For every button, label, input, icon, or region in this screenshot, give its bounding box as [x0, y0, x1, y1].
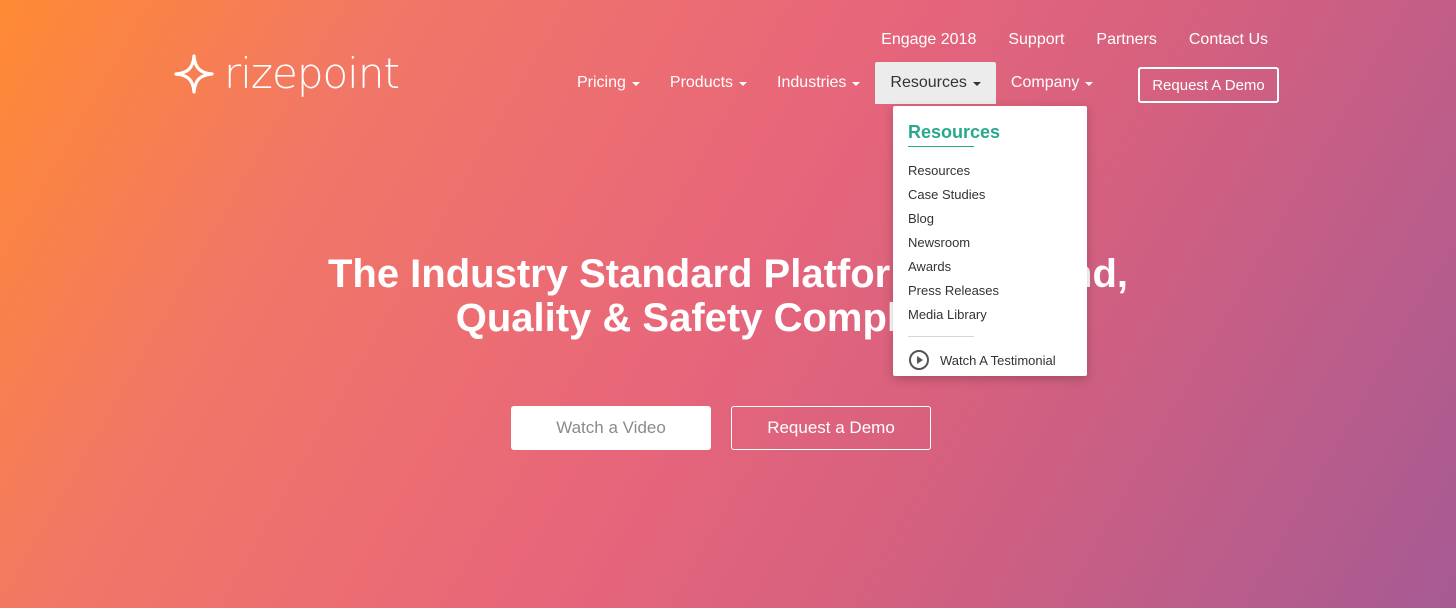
sparkle-icon — [174, 54, 214, 94]
menu-item-newsroom[interactable]: Newsroom — [908, 231, 1072, 255]
nav-label: Pricing — [577, 74, 626, 91]
nav-item-company[interactable]: Company — [996, 62, 1108, 104]
nav-item-resources[interactable]: Resources — [875, 62, 996, 104]
caret-down-icon — [631, 82, 640, 86]
nav-label: Industries — [777, 74, 847, 91]
menu-item-media-library[interactable]: Media Library — [908, 303, 1072, 327]
menu-item-case-studies[interactable]: Case Studies — [908, 183, 1072, 207]
hero-title-line-1: The Industry Standard Platform for Brand… — [327, 252, 1129, 296]
link-engage[interactable]: Engage 2018 — [881, 31, 976, 49]
nav-request-demo-button[interactable]: Request A Demo — [1138, 67, 1279, 103]
hero-title: The Industry Standard Platform for Brand… — [0, 252, 1456, 340]
dropdown-divider — [908, 336, 974, 337]
dropdown-heading: Resources — [908, 122, 1001, 142]
nav-item-products[interactable]: Products — [655, 62, 762, 104]
play-circle-icon — [909, 350, 929, 370]
nav-label: Products — [669, 74, 734, 91]
resources-dropdown: Resources Resources Case Studies Blog Ne… — [893, 106, 1087, 376]
testimonial-label: Watch A Testimonial — [940, 352, 1056, 368]
hero-request-demo-button[interactable]: Request a Demo — [731, 406, 931, 450]
brand-name: rizepoint — [224, 49, 400, 98]
menu-item-resources[interactable]: Resources — [908, 159, 1072, 183]
link-support[interactable]: Support — [1008, 31, 1064, 49]
brand-logo[interactable]: rizepoint — [172, 49, 400, 98]
menu-item-blog[interactable]: Blog — [908, 207, 1072, 231]
nav-item-pricing[interactable]: Pricing — [562, 62, 655, 104]
nav-item-industries[interactable]: Industries — [762, 62, 875, 104]
watch-video-button[interactable]: Watch a Video — [511, 406, 711, 450]
menu-item-press-releases[interactable]: Press Releases — [908, 279, 1072, 303]
link-partners[interactable]: Partners — [1096, 31, 1156, 49]
caret-down-icon — [739, 82, 748, 86]
dropdown-menu: Resources Case Studies Blog Newsroom Awa… — [908, 159, 1072, 327]
link-contact-us[interactable]: Contact Us — [1189, 31, 1268, 49]
caret-down-icon — [852, 82, 861, 86]
caret-down-icon — [1085, 82, 1094, 86]
hero-title-line-2: Quality & Safety Compliance — [455, 296, 1001, 340]
nav-label: Resources — [890, 74, 967, 91]
heading-underline — [908, 146, 974, 147]
watch-testimonial-link[interactable]: Watch A Testimonial — [908, 349, 1072, 371]
caret-down-icon — [972, 82, 981, 86]
menu-item-awards[interactable]: Awards — [908, 255, 1072, 279]
utility-nav: Engage 2018 Support Partners Contact Us — [881, 31, 1268, 49]
nav-label: Company — [1010, 74, 1080, 91]
main-nav: Pricing Products Industries Resources Co… — [562, 62, 1108, 104]
